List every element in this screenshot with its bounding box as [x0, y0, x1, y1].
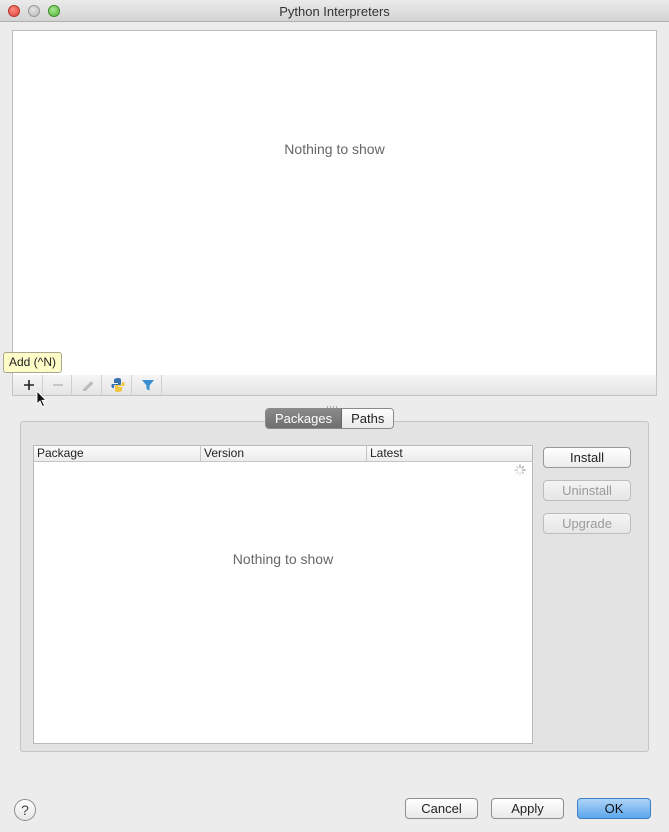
tab-packages[interactable]: Packages [266, 409, 343, 428]
column-header-latest[interactable]: Latest [366, 446, 532, 462]
add-tooltip: Add (^N) [3, 352, 62, 373]
column-header-package[interactable]: Package [34, 446, 200, 462]
loading-spinner-icon [514, 464, 526, 476]
python-interpreters-dialog: Python Interpreters Nothing to show Add … [0, 0, 669, 832]
tab-paths[interactable]: Paths [342, 409, 394, 428]
packages-table[interactable]: Package Version Latest Nothing to show [33, 445, 533, 744]
apply-button[interactable]: Apply [491, 798, 564, 819]
packages-empty-text: Nothing to show [232, 551, 334, 567]
panel-tabs: Packages Paths [265, 408, 395, 429]
help-button[interactable]: ? [14, 799, 36, 821]
title-bar[interactable]: Python Interpreters [0, 0, 669, 22]
minus-icon [52, 384, 63, 386]
python-icon [110, 378, 125, 392]
interpreter-list-empty-text: Nothing to show [284, 141, 385, 157]
plus-icon [23, 380, 34, 390]
ok-button[interactable]: OK [577, 798, 651, 819]
packages-table-header: Package Version Latest [34, 446, 532, 462]
upgrade-button[interactable]: Upgrade [543, 513, 631, 534]
install-button[interactable]: Install [543, 447, 631, 468]
uninstall-button[interactable]: Uninstall [543, 480, 631, 501]
interpreter-paths-button[interactable] [104, 375, 132, 395]
edit-interpreter-button[interactable] [74, 375, 102, 395]
remove-interpreter-button[interactable] [44, 375, 72, 395]
mouse-cursor-icon [36, 390, 48, 408]
filter-button[interactable] [134, 375, 162, 395]
column-header-version[interactable]: Version [200, 446, 366, 462]
cancel-button[interactable]: Cancel [405, 798, 478, 819]
interpreter-list[interactable]: Nothing to show [12, 30, 657, 376]
pencil-icon [82, 381, 93, 391]
interpreter-toolbar [12, 375, 657, 396]
filter-icon [141, 380, 154, 391]
splitter-handle[interactable] [327, 398, 341, 410]
window-title: Python Interpreters [279, 4, 390, 19]
